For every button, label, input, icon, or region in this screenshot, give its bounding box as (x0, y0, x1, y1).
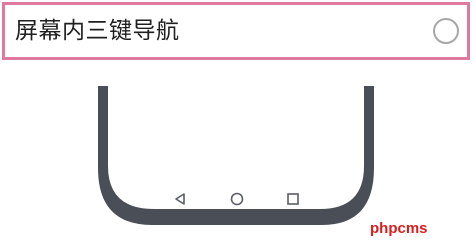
home-circle-icon[interactable] (230, 192, 244, 206)
phone-bottom-illustration (98, 86, 374, 225)
watermark-text: phpcms (370, 220, 428, 237)
back-triangle-icon[interactable] (175, 193, 185, 205)
navigation-settings-screen: 屏幕内三键导航 phpcms (0, 0, 476, 246)
recents-square-icon[interactable] (287, 193, 299, 205)
